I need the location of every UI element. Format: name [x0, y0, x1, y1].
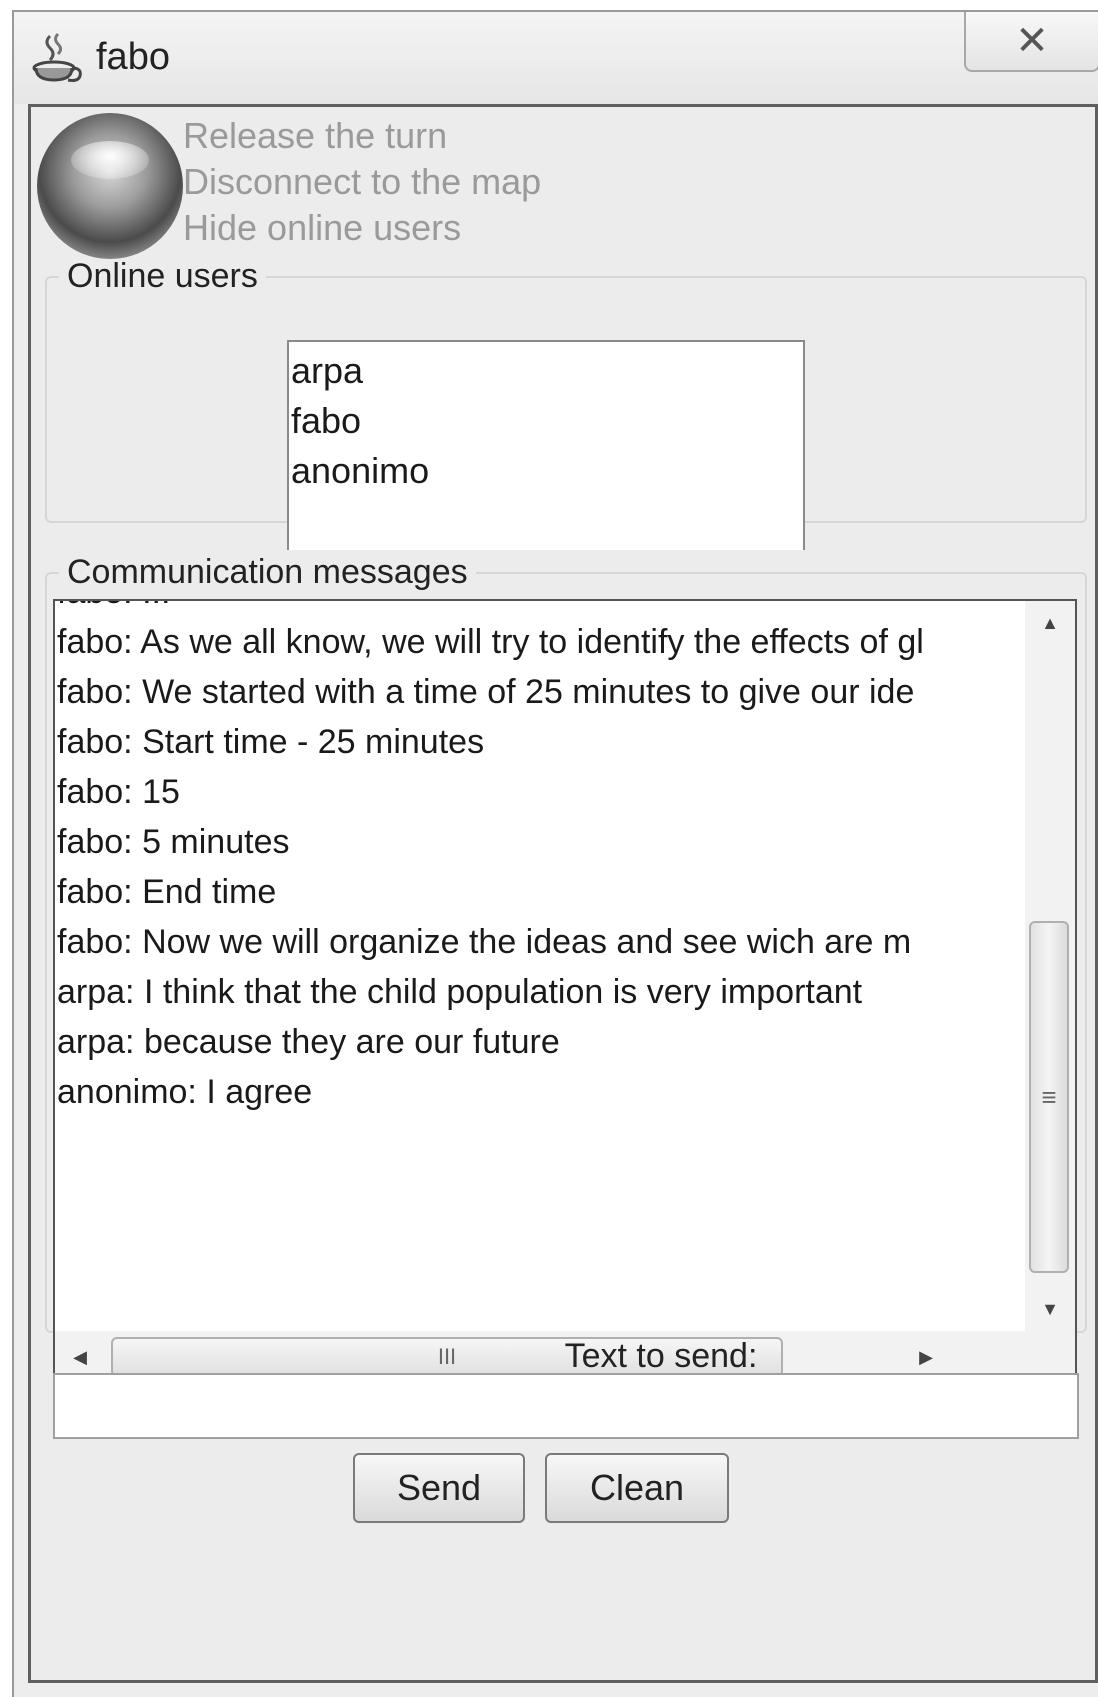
java-coffee-cup-icon: [32, 32, 82, 82]
messages-pane[interactable]: fabo: ... fabo: As we all know, we will …: [53, 599, 1077, 1385]
main-panel: Release the turn Disconnect to the map H…: [28, 104, 1098, 1683]
message-line: fabo: We started with a time of 25 minut…: [57, 673, 915, 711]
text-to-send-label: Text to send:: [564, 1337, 758, 1375]
scroll-up-icon[interactable]: ▲: [1025, 601, 1075, 645]
message-line: fabo: As we all know, we will try to ide…: [57, 623, 924, 661]
close-icon: ✕: [1015, 19, 1049, 63]
disconnect-map-link[interactable]: Disconnect to the map: [183, 161, 541, 203]
close-button[interactable]: ✕: [964, 12, 1098, 72]
release-turn-link[interactable]: Release the turn: [183, 115, 447, 157]
vertical-scrollbar[interactable]: ▲ ≡ ▼: [1025, 601, 1075, 1331]
scroll-down-icon[interactable]: ▼: [1025, 1287, 1075, 1331]
online-users-group: Online users arpa fabo anonimo: [45, 257, 1087, 550]
message-line: fabo: ...: [57, 601, 924, 617]
clean-button[interactable]: Clean: [545, 1453, 729, 1523]
messages-list: fabo: ... fabo: As we all know, we will …: [57, 601, 924, 1117]
chat-window: fabo ✕ Release the turn Disconnect to th…: [12, 10, 1098, 1697]
vertical-scroll-thumb[interactable]: ≡: [1029, 921, 1069, 1273]
message-line: fabo: End time: [57, 873, 277, 911]
message-line: arpa: because they are our future: [57, 1023, 560, 1061]
window-title: fabo: [96, 36, 170, 78]
user-item[interactable]: fabo: [289, 396, 803, 446]
message-line: fabo: Start time - 25 minutes: [57, 723, 485, 761]
online-users-list[interactable]: arpa fabo anonimo: [287, 340, 805, 550]
title-bar[interactable]: fabo ✕: [14, 12, 1098, 104]
messages-viewport: fabo: ... fabo: As we all know, we will …: [55, 601, 1025, 1331]
message-line: fabo: 15: [57, 773, 180, 811]
communication-messages-legend: Communication messages: [67, 553, 468, 591]
user-item[interactable]: arpa: [289, 346, 803, 396]
hide-online-users-link[interactable]: Hide online users: [183, 207, 461, 249]
message-input[interactable]: [53, 1373, 1079, 1439]
message-line: anonimo: I agree: [57, 1073, 313, 1111]
status-orb-icon: [37, 113, 183, 259]
message-line: fabo: 5 minutes: [57, 823, 290, 861]
online-users-legend: Online users: [67, 257, 258, 295]
message-line: arpa: I think that the child population …: [57, 973, 863, 1011]
grip-icon: ≡: [1041, 1081, 1057, 1112]
user-item[interactable]: anonimo: [289, 446, 803, 496]
message-line: fabo: Now we will organize the ideas and…: [57, 923, 912, 961]
send-button[interactable]: Send: [353, 1453, 525, 1523]
